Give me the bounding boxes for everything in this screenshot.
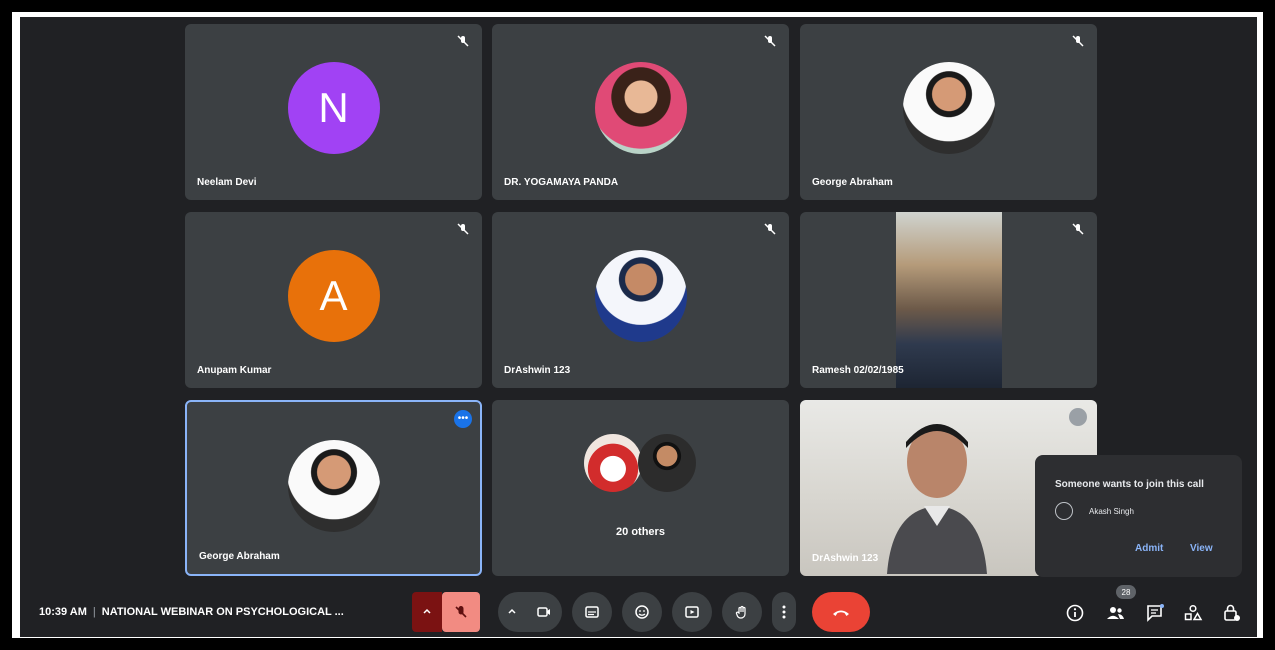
video-options-button[interactable]	[498, 592, 526, 632]
host-controls-icon[interactable]	[1220, 602, 1242, 624]
leave-call-button[interactable]	[812, 592, 870, 632]
avatar-photo	[594, 62, 687, 154]
mic-off-icon	[1071, 34, 1085, 48]
mic-off-icon	[763, 222, 777, 236]
people-icon[interactable]	[1104, 602, 1126, 624]
audio-options-button[interactable]	[412, 592, 442, 632]
meet-window: N Neelam Devi DR. YOGAMAYA PANDA George …	[20, 17, 1257, 637]
participants-count-badge: 28	[1116, 585, 1136, 599]
mic-toggle-button[interactable]	[442, 592, 480, 632]
participant-name: DrAshwin 123	[504, 365, 571, 376]
meeting-title: NATIONAL WEBINAR ON PSYCHOLOGICAL ...	[101, 606, 344, 618]
avatar-photo	[287, 440, 380, 532]
present-button[interactable]	[672, 592, 712, 632]
call-end-icon	[831, 607, 851, 617]
mic-off-icon	[1071, 222, 1085, 236]
activities-icon[interactable]	[1182, 602, 1204, 624]
others-count: 20 others	[616, 526, 665, 538]
mic-off-icon	[763, 34, 777, 48]
participant-tile-others[interactable]: 20 others	[492, 400, 789, 576]
present-icon	[684, 604, 700, 620]
participant-tile-ramesh[interactable]: Ramesh 02/02/1985	[800, 212, 1097, 388]
chat-icon[interactable]	[1144, 602, 1166, 624]
more-vert-icon	[782, 605, 786, 619]
view-button[interactable]: View	[1190, 543, 1213, 554]
emoji-icon	[634, 604, 650, 620]
avatar-photo	[584, 434, 642, 492]
admit-button[interactable]: Admit	[1135, 543, 1163, 554]
join-request-title: Someone wants to join this call	[1055, 479, 1204, 490]
participant-name: George Abraham	[812, 177, 893, 188]
mic-off-icon	[456, 34, 470, 48]
avatar-photo	[594, 250, 687, 342]
join-request-card: Someone wants to join this call Akash Si…	[1035, 455, 1242, 577]
closed-caption-icon	[584, 604, 600, 620]
participant-name: Ramesh 02/02/1985	[812, 365, 904, 376]
participant-tile-george-abraham-pinned[interactable]: ••• George Abraham	[185, 400, 482, 576]
meeting-time: 10:39 AM	[39, 606, 87, 618]
more-options-button[interactable]	[772, 592, 796, 632]
avatar-letter: N	[287, 62, 380, 154]
raise-hand-button[interactable]	[722, 592, 762, 632]
participant-tile-yogamaya-panda[interactable]: DR. YOGAMAYA PANDA	[492, 24, 789, 200]
participant-name: DrAshwin 123	[812, 553, 879, 564]
participant-tile-george-abraham[interactable]: George Abraham	[800, 24, 1097, 200]
avatar-letter: A	[287, 250, 380, 342]
videocam-icon	[536, 604, 552, 620]
meeting-info: 10:39 AM | NATIONAL WEBINAR ON PSYCHOLOGIC…	[39, 606, 344, 618]
captions-button[interactable]	[572, 592, 612, 632]
mic-off-icon	[456, 222, 470, 236]
join-request-person: Akash Singh	[1089, 507, 1134, 516]
mic-off-icon	[1069, 408, 1087, 426]
separator: |	[92, 606, 96, 618]
raise-hand-icon	[734, 604, 750, 620]
participant-name: Anupam Kumar	[197, 365, 272, 376]
select-radio[interactable]	[1055, 502, 1073, 520]
camera-toggle-button[interactable]	[526, 592, 562, 632]
participant-video	[896, 212, 1002, 388]
participant-tile-drashwin[interactable]: DrAshwin 123	[492, 212, 789, 388]
info-icon[interactable]	[1064, 602, 1086, 624]
participant-name: Neelam Devi	[197, 177, 257, 188]
participant-name: DR. YOGAMAYA PANDA	[504, 177, 619, 188]
avatar-photo	[902, 62, 995, 154]
avatar-photo	[638, 434, 696, 492]
bottom-control-bar: 10:39 AM | NATIONAL WEBINAR ON PSYCHOLOGIC…	[20, 590, 1257, 637]
participant-name: George Abraham	[199, 551, 280, 562]
more-options-icon[interactable]: •••	[454, 410, 472, 428]
emoji-button[interactable]	[622, 592, 662, 632]
participant-tile-anupam-kumar[interactable]: A Anupam Kumar	[185, 212, 482, 388]
person-silhouette	[887, 424, 987, 574]
participant-tile-neelam-devi[interactable]: N Neelam Devi	[185, 24, 482, 200]
mic-off-icon	[453, 604, 469, 620]
